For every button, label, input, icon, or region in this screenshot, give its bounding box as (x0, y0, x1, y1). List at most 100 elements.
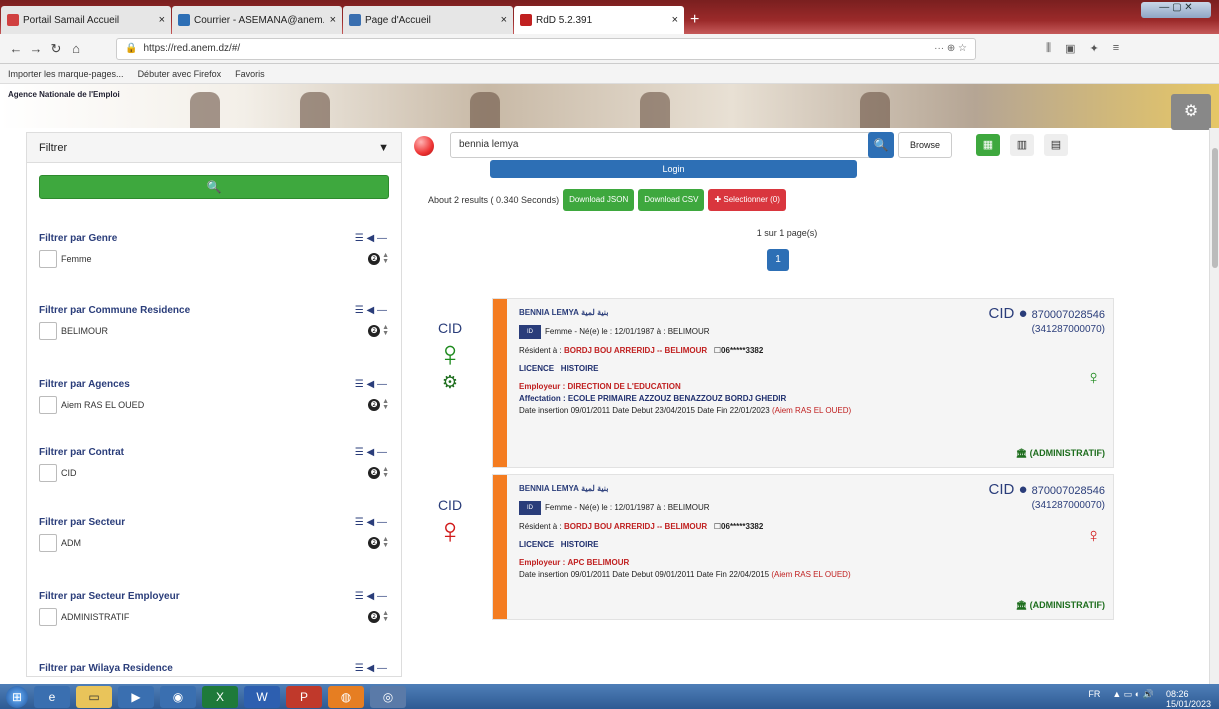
browser-tab-courrier[interactable]: Courrier - ASEMANA@anem.dz × (172, 6, 342, 34)
check-circle-icon: ● (1014, 305, 1028, 322)
ie-icon[interactable]: e (34, 685, 70, 708)
person-name-arabic: بنية لمية (581, 308, 609, 317)
banner-figure-image (300, 92, 330, 128)
url-bar[interactable]: 🔒 https://red.anem.dz/#/ ··· ⊕ ☆ (116, 37, 976, 60)
tray-icons[interactable]: ▲ ▭ ◐ 🔊 (1112, 689, 1154, 709)
home-icon[interactable]: ⌂ (66, 41, 86, 56)
browser-tab-rdd[interactable]: RdD 5.2.391 × (514, 6, 684, 34)
settings-gear-icon[interactable]: ⚙ (1171, 94, 1211, 130)
spinner-icon[interactable]: ▲ ▼ (382, 610, 389, 623)
new-tab-icon[interactable]: + (690, 11, 699, 29)
browser-tab-accueil[interactable]: Page d'Accueil × (343, 6, 513, 34)
bookmark-import[interactable]: Importer les marque-pages... (8, 69, 124, 79)
person-name[interactable]: BENNIA LEMYA (519, 484, 579, 493)
table-view-icon[interactable]: ▤ (1044, 134, 1068, 156)
spinner-icon[interactable]: ▲ ▼ (382, 398, 389, 411)
back-icon[interactable]: ← (6, 41, 26, 56)
search-input[interactable]: bennia lemya (450, 132, 880, 158)
menu-icon[interactable]: ≡ (1113, 42, 1119, 55)
clock-date: 15/01/2023 (1165, 699, 1211, 709)
clock[interactable]: 08:26 15/01/2023 (1166, 689, 1211, 709)
filter-tools-icon[interactable]: ☰ ◀ — (355, 517, 387, 528)
page-scrollbar[interactable] (1209, 128, 1219, 684)
reload-icon[interactable]: ↻ (46, 41, 66, 57)
filter-tools-icon[interactable]: ☰ ◀ — (355, 663, 387, 674)
spinner-icon[interactable]: ▲ ▼ (382, 466, 389, 479)
sidebar-icon[interactable]: ▣ (1065, 42, 1075, 55)
resident-label: Résident à : (519, 522, 562, 531)
resident-label: Résident à : (519, 346, 562, 355)
browser-tab-portail[interactable]: Portail Samail Accueil × (1, 6, 171, 34)
os-taskbar: ⊞ e ▭ ▶ ◉ X W P ◍ ◎ FR ▲ ▭ ◐ 🔊 08:26 15/0… (0, 684, 1219, 709)
firefox-icon[interactable]: ◍ (328, 685, 364, 708)
language-indicator[interactable]: FR (1088, 689, 1100, 709)
bookmark-favorites[interactable]: Favoris (235, 69, 265, 79)
gear-icon[interactable]: ⚙ (430, 372, 470, 393)
page-info: 1 sur 1 page(s) (756, 228, 818, 238)
filter-group-commune: Filtrer par Commune Residence ☰ ◀ — BELI… (39, 305, 389, 340)
person-female-icon: ♀ (436, 333, 464, 374)
media-player-icon[interactable]: ▶ (118, 685, 154, 708)
banner-figure-image (470, 92, 500, 128)
selection-button[interactable]: ✚ Selectionner (0) (708, 189, 786, 211)
filter-checkbox[interactable] (39, 464, 57, 482)
filter-funnel-icon[interactable]: ▼ (378, 142, 389, 154)
chrome-icon[interactable]: ◉ (160, 685, 196, 708)
download-json-button[interactable]: Download JSON (563, 189, 635, 211)
filter-tools-icon[interactable]: ☰ ◀ — (355, 591, 387, 602)
filter-checkbox[interactable] (39, 250, 57, 268)
count-badge-icon: ❷ (368, 611, 381, 623)
filter-checkbox[interactable] (39, 534, 57, 552)
filter-group-genre: Filtrer par Genre ☰ ◀ — Femme ❷ ▲ ▼ (39, 233, 389, 268)
employer-label: Employeur : (519, 558, 566, 567)
filter-value: Aiem RAS EL OUED (61, 400, 145, 410)
app-icon[interactable]: ◎ (370, 685, 406, 708)
filter-tools-icon[interactable]: ☰ ◀ — (355, 233, 387, 244)
excel-icon[interactable]: X (202, 685, 238, 708)
library-icon[interactable]: ⫼ (1046, 42, 1051, 55)
start-menu-icon[interactable]: ⊞ (6, 685, 28, 708)
filter-checkbox[interactable] (39, 396, 57, 414)
filter-tools-icon[interactable]: ☰ ◀ — (355, 379, 387, 390)
id-card-icon: ID (519, 325, 541, 339)
person-name[interactable]: BENNIA LEMYA (519, 308, 579, 317)
forward-icon[interactable]: → (26, 41, 46, 56)
filter-checkbox[interactable] (39, 322, 57, 340)
close-tab-icon[interactable]: × (330, 14, 336, 26)
filter-checkbox[interactable] (39, 608, 57, 626)
close-tab-icon[interactable]: × (672, 14, 678, 26)
filter-group-wilaya: Filtrer par Wilaya Residence ☰ ◀ — (39, 663, 389, 674)
spinner-icon[interactable]: ▲ ▼ (382, 536, 389, 549)
page-button[interactable]: 1 (767, 249, 789, 271)
spinner-icon[interactable]: ▲ ▼ (382, 252, 389, 265)
filter-tools-icon[interactable]: ☰ ◀ — (355, 447, 387, 458)
cid-code: 870007028546 (1031, 485, 1105, 497)
tab-favicon-icon (349, 14, 361, 26)
filter-group-title: Filtrer par Wilaya Residence (39, 663, 173, 674)
card-view-icon[interactable]: ▦ (976, 134, 1000, 156)
employer-label: Employeur : (519, 382, 566, 391)
powerpoint-icon[interactable]: P (286, 685, 322, 708)
download-csv-button[interactable]: Download CSV (638, 189, 705, 211)
window-controls[interactable]: — ▢ ✕ (1141, 2, 1211, 18)
page-actions-icon[interactable]: ··· ⊕ ☆ (934, 43, 967, 54)
extension-icon[interactable]: ✦ (1089, 42, 1098, 55)
word-icon[interactable]: W (244, 685, 280, 708)
scrollbar-thumb[interactable] (1212, 148, 1218, 268)
close-tab-icon[interactable]: × (159, 14, 165, 26)
file-explorer-icon[interactable]: ▭ (76, 685, 112, 708)
search-button[interactable]: 🔍 (868, 132, 894, 158)
id-card-icon: ID (519, 501, 541, 515)
browse-button[interactable]: Browse (898, 132, 952, 158)
agency-link[interactable]: (Aiem RAS EL OUED) (772, 406, 851, 415)
login-button[interactable]: Login (490, 160, 857, 178)
filter-search-button[interactable]: 🔍 (39, 175, 389, 199)
close-tab-icon[interactable]: × (501, 14, 507, 26)
resident-value: BORDJ BOU ARRERIDJ -- BELIMOUR (563, 522, 708, 531)
spinner-icon[interactable]: ▲ ▼ (382, 324, 389, 337)
bookmark-getting-started[interactable]: Débuter avec Firefox (138, 69, 222, 79)
chart-view-icon[interactable]: ▥ (1010, 134, 1034, 156)
agency-link[interactable]: (Aiem RAS EL OUED) (771, 570, 850, 579)
browser-tab-bar: Portail Samail Accueil × Courrier - ASEMA… (0, 0, 1219, 34)
filter-tools-icon[interactable]: ☰ ◀ — (355, 305, 387, 316)
